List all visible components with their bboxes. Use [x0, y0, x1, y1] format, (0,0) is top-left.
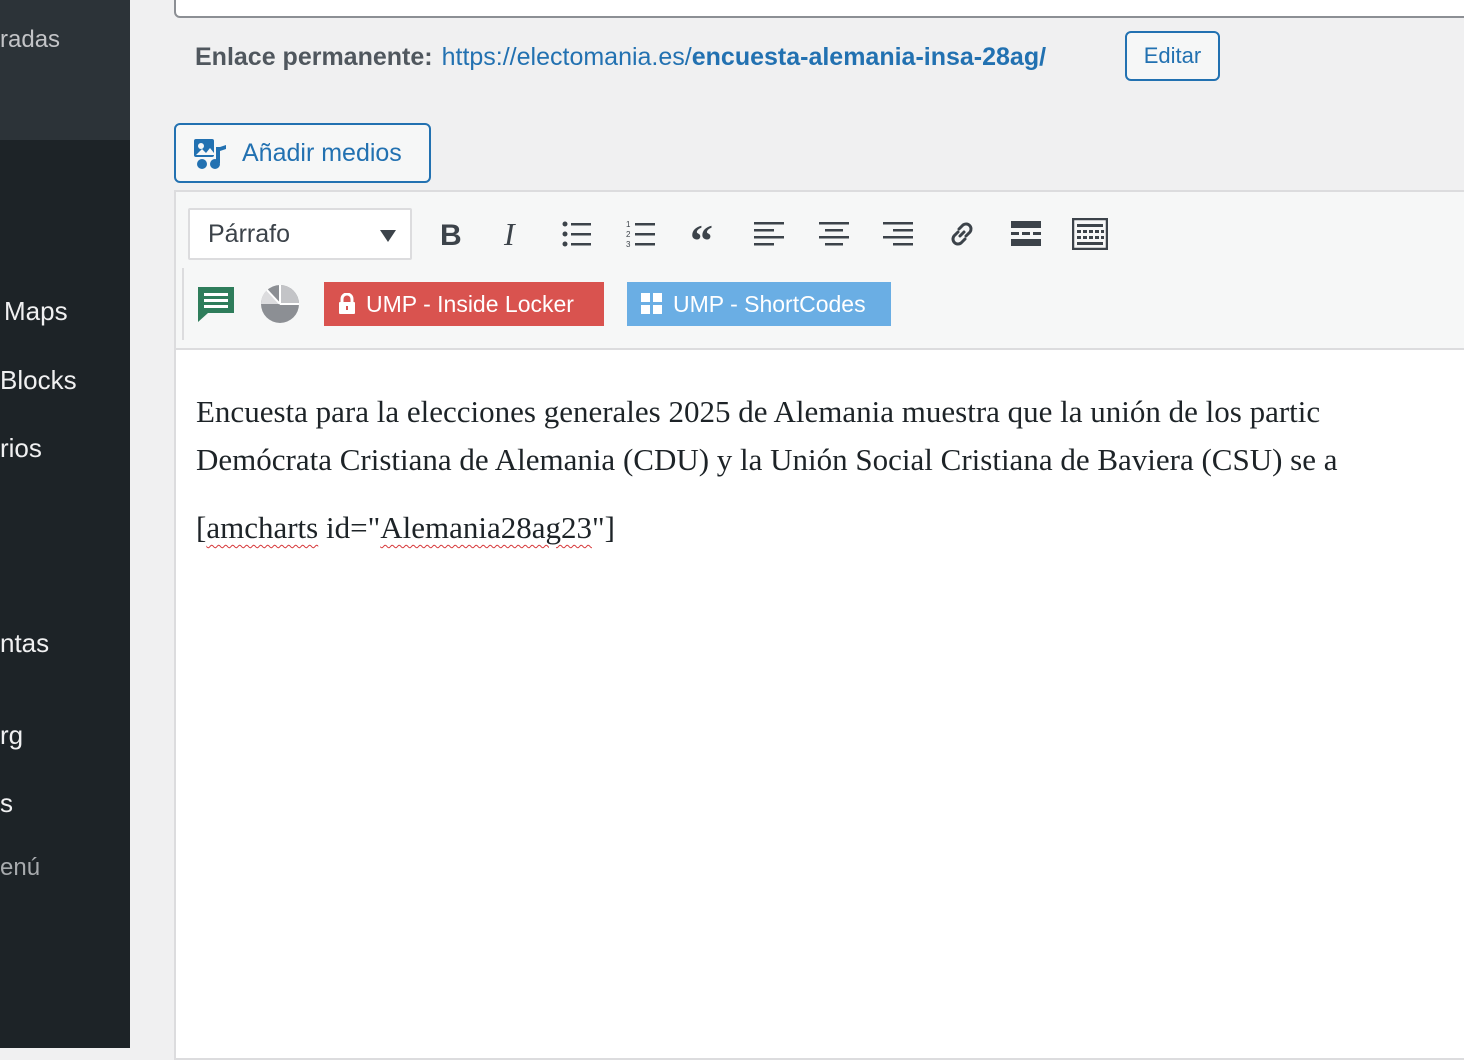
admin-sidebar: radas Maps Blocks rios ntas rg s enú	[0, 0, 130, 1048]
align-right-icon	[883, 222, 913, 246]
ump-inside-locker-button[interactable]: UMP - Inside Locker	[324, 282, 604, 326]
editor-content-area[interactable]: Encuesta para la elecciones generales 20…	[196, 388, 1464, 552]
permalink-base-url[interactable]: https://electomania.es/	[442, 43, 692, 72]
grid-icon	[641, 293, 663, 315]
content-line: Encuesta para la elecciones generales 20…	[196, 394, 1321, 429]
bulleted-list-button[interactable]	[555, 212, 599, 256]
bulleted-list-icon	[562, 221, 591, 247]
toolbar-toggle-button[interactable]	[1068, 212, 1112, 256]
sidebar-item-usuarios[interactable]: rios	[0, 433, 42, 463]
ump-shortcodes-label: UMP - ShortCodes	[673, 290, 866, 317]
pie-chart-icon	[260, 285, 299, 323]
sidebar-item-blocks[interactable]: Blocks	[0, 365, 77, 395]
sidebar-item-maps[interactable]: Maps	[4, 296, 68, 326]
content-paragraph: Encuesta para la elecciones generales 20…	[196, 388, 1464, 484]
editor-toolbar: Párrafo B I 1 2 3 “ UMP - Inside Locker …	[176, 192, 1464, 350]
numbered-list-icon: 1 2 3	[626, 220, 655, 249]
edit-permalink-button[interactable]: Editar	[1125, 31, 1220, 81]
chart-plugin-button[interactable]	[258, 282, 302, 326]
chevron-down-icon	[380, 230, 396, 242]
align-left-button[interactable]	[747, 212, 791, 256]
italic-icon: I	[503, 219, 516, 249]
numbered-list-button[interactable]: 1 2 3	[619, 212, 663, 256]
shortcode-close: "]	[591, 510, 615, 545]
toolbar-row-divider	[182, 268, 184, 340]
shortcode-word: amcharts	[206, 510, 319, 545]
permalink-row: Enlace permanente: https://electomania.e…	[195, 36, 1046, 78]
sidebar-item-active-bg	[0, 0, 130, 140]
align-center-icon	[819, 222, 849, 246]
svg-text:2: 2	[626, 230, 631, 239]
lock-icon	[338, 293, 356, 315]
add-media-button[interactable]: Añadir medios	[174, 123, 431, 183]
read-more-button[interactable]	[1004, 212, 1048, 256]
ump-inside-locker-label: UMP - Inside Locker	[366, 290, 574, 317]
shortcode-mid: id="	[318, 510, 381, 545]
svg-text:“: “	[690, 220, 713, 248]
comment-icon	[198, 287, 234, 322]
format-select[interactable]: Párrafo	[188, 208, 412, 260]
svg-text:1: 1	[626, 220, 631, 229]
format-select-value: Párrafo	[208, 219, 290, 248]
sidebar-collapse-menu[interactable]: enú	[0, 853, 40, 883]
blockquote-icon: “	[690, 220, 713, 248]
read-more-icon	[1011, 221, 1041, 246]
svg-text:B: B	[440, 219, 462, 249]
align-left-icon	[754, 222, 784, 246]
content-line: Demócrata Cristiana de Alemania (CDU) y …	[196, 442, 1338, 477]
permalink-label: Enlace permanente:	[195, 42, 433, 71]
permalink-slug[interactable]: encuesta-alemania-insa-28ag/	[692, 43, 1046, 72]
svg-text:I: I	[503, 219, 516, 249]
sidebar-item-entradas[interactable]: radas	[0, 25, 60, 55]
classic-editor: Párrafo B I 1 2 3 “ UMP - Inside Locker …	[174, 190, 1464, 1060]
comment-plugin-button[interactable]	[194, 282, 238, 326]
toolbar-toggle-icon	[1072, 218, 1108, 250]
link-icon	[951, 222, 973, 246]
bold-button[interactable]: B	[428, 212, 472, 256]
ump-shortcodes-button[interactable]: UMP - ShortCodes	[627, 282, 891, 326]
align-center-button[interactable]	[812, 212, 856, 256]
insert-link-button[interactable]	[940, 212, 984, 256]
italic-button[interactable]: I	[490, 212, 534, 256]
shortcode-open: [	[196, 510, 207, 545]
post-title-input[interactable]	[174, 0, 1464, 18]
shortcode-paragraph: [amcharts id="Alemania28ag23"]	[196, 504, 1464, 552]
sidebar-item-herramientas[interactable]: ntas	[0, 628, 49, 658]
sidebar-item-s[interactable]: s	[0, 788, 13, 818]
svg-text:3: 3	[626, 240, 631, 249]
sidebar-item-org[interactable]: rg	[0, 720, 23, 750]
bold-icon: B	[440, 219, 462, 249]
add-media-label: Añadir medios	[242, 138, 402, 167]
media-upload-icon	[192, 135, 228, 171]
shortcode-id: Alemania28ag23	[380, 510, 592, 545]
align-right-button[interactable]	[876, 212, 920, 256]
blockquote-button[interactable]: “	[684, 212, 728, 256]
